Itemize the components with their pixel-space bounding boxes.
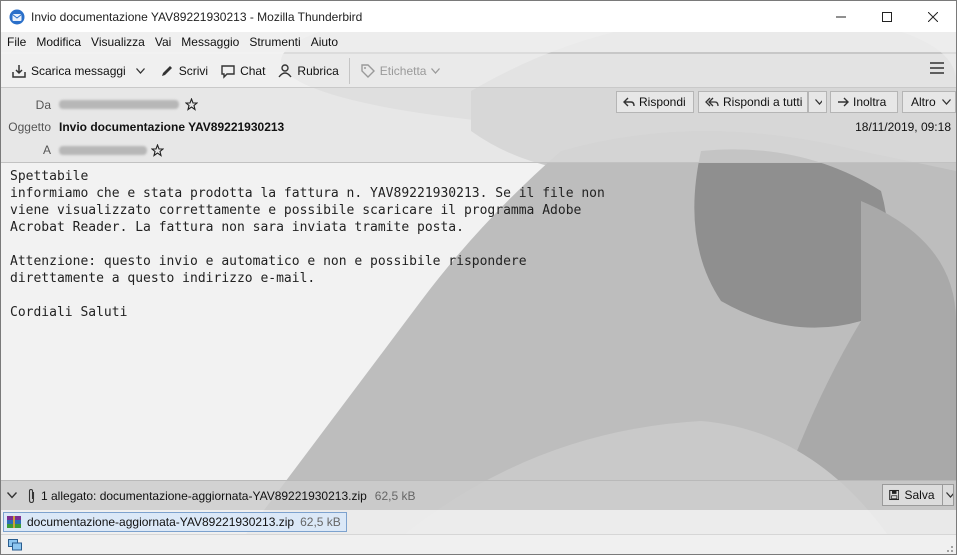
floppy-disk-icon	[889, 489, 900, 501]
maximize-icon	[882, 11, 892, 22]
status-bar	[1, 534, 956, 554]
collapse-chevron-icon	[7, 492, 17, 499]
attachment-size: 62,5 kB	[300, 515, 341, 529]
chat-button[interactable]: Chat	[214, 58, 271, 84]
get-messages-button[interactable]: Scarica messaggi	[5, 58, 132, 84]
close-icon	[928, 11, 938, 22]
thunderbird-window: Invio documentazione YAV89221930213 - Mo…	[0, 0, 957, 555]
attachment-filename: documentazione-aggiornata-YAV89221930213…	[27, 515, 295, 529]
subject-label: Oggetto	[8, 120, 51, 134]
minimize-icon	[836, 16, 846, 17]
menu-view[interactable]: Visualizza	[86, 35, 150, 49]
get-messages-dropdown[interactable]	[132, 58, 153, 84]
address-book-button[interactable]: Rubrica	[271, 58, 344, 84]
menu-bar: File Modifica Visualizza Vai Messaggio S…	[1, 32, 956, 52]
chevron-down-icon	[941, 99, 951, 105]
app-menu-icon[interactable]	[930, 62, 944, 74]
write-label: Scrivi	[178, 63, 209, 78]
tag-label: Etichetta	[379, 63, 427, 78]
save-label: Salva	[904, 488, 935, 502]
menu-message[interactable]: Messaggio	[176, 35, 244, 49]
pencil-icon	[161, 65, 172, 76]
star-icon[interactable]	[185, 98, 198, 111]
reply-button[interactable]: Rispondi	[616, 91, 694, 113]
window-title: Invio documentazione YAV89221930213 - Mo…	[31, 9, 363, 24]
download-tray-icon	[12, 64, 26, 78]
split-divider	[941, 485, 943, 505]
address-book-label: Rubrica	[297, 63, 339, 78]
contacts-icon	[278, 63, 292, 77]
chevron-down-icon	[815, 99, 822, 105]
more-button[interactable]: Altro	[902, 91, 956, 113]
more-label: Altro	[911, 95, 936, 109]
reply-arrow-icon	[623, 97, 635, 107]
menu-tools[interactable]: Strumenti	[244, 35, 305, 49]
from-label: Da	[35, 98, 51, 112]
attachment-list: documentazione-aggiornata-YAV89221930213…	[1, 510, 956, 534]
forward-arrow-icon	[838, 97, 849, 107]
subject-value: Invio documentazione YAV89221930213	[59, 120, 285, 134]
message-body: Spettabile informiamo che e stata prodot…	[10, 169, 605, 320]
attachment-summary-size: 62,5 kB	[374, 488, 416, 503]
minimize-button[interactable]	[818, 1, 864, 32]
main-toolbar: Scarica messaggi Scrivi Chat Rubrica Eti…	[1, 54, 956, 88]
tag-button[interactable]: Etichetta	[354, 58, 451, 84]
chevron-down-icon[interactable]	[946, 492, 953, 498]
menu-go[interactable]: Vai	[150, 35, 176, 49]
write-button[interactable]: Scrivi	[153, 58, 214, 84]
reply-all-label: Rispondi a tutti	[723, 95, 803, 109]
message-date: 18/11/2019, 09:18	[855, 120, 951, 134]
reply-all-dropdown[interactable]	[808, 91, 827, 113]
menu-help[interactable]: Aiuto	[306, 35, 343, 49]
save-attachment-button[interactable]: Salva	[882, 484, 954, 506]
forward-label: Inoltra	[853, 95, 887, 109]
title-bar: Invio documentazione YAV89221930213 - Mo…	[1, 1, 956, 32]
recipient-address-redacted[interactable]	[59, 146, 147, 155]
thunderbird-app-icon	[9, 9, 25, 24]
message-header: Da Oggetto Invio documentazione YAV89221…	[1, 88, 956, 163]
attachment-item[interactable]: documentazione-aggiornata-YAV89221930213…	[3, 512, 347, 532]
reply-all-button[interactable]: Rispondi a tutti	[698, 91, 808, 113]
online-status-icon[interactable]	[8, 539, 22, 551]
chevron-down-icon	[431, 67, 441, 74]
tag-icon	[361, 63, 375, 78]
attachment-bar: 1 allegato: documentazione-aggiornata-YA…	[1, 480, 956, 510]
reply-label: Rispondi	[639, 95, 686, 109]
attachment-summary[interactable]: 1 allegato: documentazione-aggiornata-YA…	[7, 488, 416, 504]
star-icon[interactable]	[151, 144, 164, 157]
zip-archive-icon	[7, 516, 21, 528]
sender-address-redacted[interactable]	[59, 100, 179, 109]
chat-bubble-icon	[221, 64, 235, 79]
close-button[interactable]	[910, 1, 956, 32]
chat-label: Chat	[240, 63, 266, 78]
toolbar-separator	[348, 57, 350, 84]
maximize-button[interactable]	[864, 1, 910, 32]
paperclip-icon	[28, 488, 35, 503]
menu-file[interactable]: File	[1, 35, 31, 49]
attachment-summary-label: 1 allegato: documentazione-aggiornata-YA…	[41, 488, 367, 503]
menu-edit[interactable]: Modifica	[31, 35, 86, 49]
forward-button[interactable]: Inoltra	[830, 91, 898, 113]
reply-all-icon	[705, 97, 719, 107]
resize-grip-icon[interactable]	[944, 543, 954, 553]
chevron-down-icon	[135, 67, 145, 74]
to-label: A	[42, 143, 51, 157]
get-messages-label: Scarica messaggi	[31, 63, 126, 78]
